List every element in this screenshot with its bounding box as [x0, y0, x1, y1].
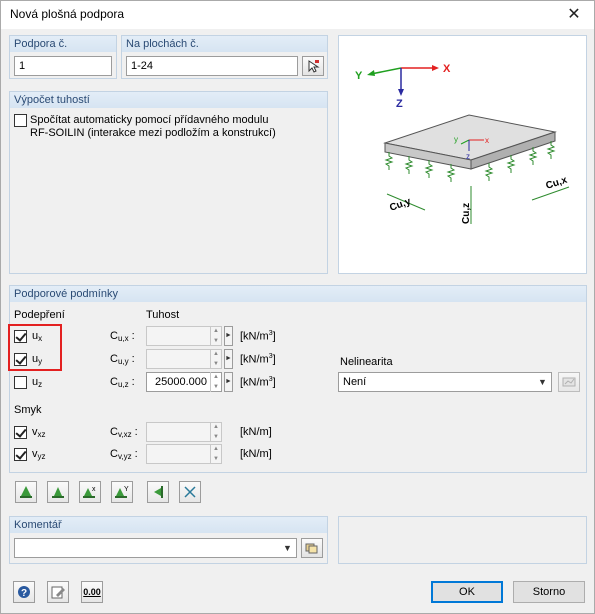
- cux-label: Cu,x :: [110, 330, 135, 343]
- uz-checkbox[interactable]: [14, 376, 27, 389]
- stiffness-calc-label: Výpočet tuhostí: [10, 92, 327, 108]
- auto-stiffness-line1: Spočítat automaticky pomocí přídavného m…: [30, 114, 269, 126]
- edit-button[interactable]: [47, 581, 69, 603]
- c-uy-label: Cu,y: [388, 196, 413, 214]
- comment-side-panel: [338, 516, 587, 564]
- cvxz-label: Cv,xz :: [110, 426, 138, 439]
- local-x-label: x: [485, 136, 489, 145]
- auto-stiffness-line2: RF-SOILIN (interakce mezi podložím a kon…: [30, 127, 276, 139]
- edit-pencil-icon: [51, 586, 65, 599]
- shear-header: Smyk: [14, 404, 42, 416]
- cux-spinner[interactable]: ▲ ▼: [210, 326, 221, 346]
- c-ux-label: Cu,x: [545, 175, 569, 192]
- expand-arrows-icon: [184, 486, 196, 498]
- cvyz-spinner[interactable]: ▲ ▼: [210, 444, 221, 464]
- cuz-more-button[interactable]: ►: [224, 372, 233, 392]
- nonlinearity-select[interactable]: Není ▼: [338, 372, 552, 392]
- uz-label: uz: [32, 376, 43, 389]
- library-icon: [305, 543, 318, 554]
- cuy-more-button[interactable]: ►: [224, 349, 233, 369]
- pick-surfaces-button[interactable]: [302, 56, 324, 76]
- support-conditions-group: Podporové podmínky Podepření Tuhost ux C…: [9, 285, 587, 473]
- nonlinearity-value: Není: [343, 376, 367, 388]
- nonlinearity-edit-button[interactable]: [558, 372, 580, 392]
- ok-button[interactable]: OK: [431, 581, 503, 603]
- preview-diagram: X Y Z x y z Cu,y Cu,x Cu,z: [355, 63, 570, 224]
- comment-library-button[interactable]: [301, 538, 323, 558]
- support-header: Podepření: [14, 309, 65, 321]
- comment-group: Komentář ▼: [9, 516, 328, 564]
- cvyz-label: Cv,yz :: [110, 448, 138, 461]
- highlight-box: [8, 324, 62, 371]
- cuy-label: Cu,y :: [110, 353, 135, 366]
- support-y-icon: Y: [115, 486, 129, 498]
- surfaces-group: Na plochách č. 1-24: [121, 35, 328, 79]
- axis-z-label: Z: [396, 98, 403, 110]
- axis-y-label: Y: [355, 70, 363, 82]
- auto-stiffness-checkbox[interactable]: [14, 114, 27, 127]
- help-icon: ?: [18, 586, 30, 599]
- cvxz-spinner[interactable]: ▲ ▼: [210, 422, 221, 442]
- edit-diagram-icon: [562, 377, 576, 387]
- stiffness-calc-group: Výpočet tuhostí Spočítat automaticky pom…: [9, 91, 328, 274]
- title-bar: Nová plošná podpora ✕: [1, 1, 594, 29]
- nonlinearity-label: Nelinearita: [340, 356, 393, 368]
- dialog-window: Nová plošná podpora ✕ Podpora č. 1 Na pl…: [0, 0, 595, 614]
- vyz-label: vyz: [32, 448, 46, 461]
- support-number-group: Podpora č. 1: [9, 35, 117, 79]
- svg-text:Y: Y: [124, 486, 129, 493]
- support-preview: X Y Z x y z Cu,y Cu,x Cu,z: [338, 35, 587, 274]
- support-side-button[interactable]: [147, 481, 169, 503]
- cuy-unit: [kN/m3]: [240, 353, 276, 366]
- units-icon: 0.00: [83, 587, 101, 597]
- units-button[interactable]: 0.00: [81, 581, 103, 603]
- cuz-spinner[interactable]: ▲ ▼: [210, 372, 221, 392]
- axis-x-label: X: [443, 63, 451, 75]
- cvxz-unit: [kN/m]: [240, 426, 272, 438]
- chevron-down-icon: ▼: [283, 543, 292, 553]
- vxz-checkbox[interactable]: [14, 426, 27, 439]
- svg-text:?: ?: [21, 588, 27, 599]
- cvyz-unit: [kN/m]: [240, 448, 272, 460]
- support-number-input[interactable]: 1: [14, 56, 112, 76]
- c-uz-label: Cu,z: [461, 203, 472, 224]
- cux-more-button[interactable]: ►: [224, 326, 233, 346]
- support-hinged-button[interactable]: [47, 481, 69, 503]
- support-hinged-icon: [52, 487, 64, 498]
- comment-label: Komentář: [10, 517, 327, 533]
- cuz-unit: [kN/m3]: [240, 376, 276, 389]
- close-button[interactable]: ✕: [554, 1, 594, 29]
- support-fixed-button[interactable]: [15, 481, 37, 503]
- support-number-label: Podpora č.: [10, 36, 116, 52]
- help-button[interactable]: ?: [13, 581, 35, 603]
- support-y-button[interactable]: Y: [111, 481, 133, 503]
- window-title: Nová plošná podpora: [10, 7, 125, 21]
- vyz-checkbox[interactable]: [14, 448, 27, 461]
- local-y-label: y: [454, 135, 458, 144]
- local-z-label: z: [466, 152, 470, 161]
- stiffness-header: Tuhost: [146, 309, 180, 321]
- cux-unit: [kN/m3]: [240, 330, 276, 343]
- support-x-button[interactable]: x: [79, 481, 101, 503]
- global-axes-icon: [367, 65, 439, 96]
- vxz-label: vxz: [32, 426, 46, 439]
- support-conditions-label: Podporové podmínky: [10, 286, 586, 302]
- cancel-button[interactable]: Storno: [513, 581, 585, 603]
- pick-cursor-icon: [308, 60, 320, 73]
- svg-text:x: x: [92, 486, 96, 493]
- support-free-button[interactable]: [179, 481, 201, 503]
- support-x-icon: x: [83, 486, 96, 498]
- comment-input[interactable]: ▼: [14, 538, 297, 558]
- cuy-spinner[interactable]: ▲ ▼: [210, 349, 221, 369]
- cuz-label: Cu,z :: [110, 376, 135, 389]
- support-fixed-icon: [20, 486, 32, 498]
- surfaces-input[interactable]: 1-24: [126, 56, 298, 76]
- chevron-down-icon: ▼: [538, 377, 547, 387]
- support-side-icon: [154, 486, 163, 498]
- surfaces-label: Na plochách č.: [122, 36, 327, 52]
